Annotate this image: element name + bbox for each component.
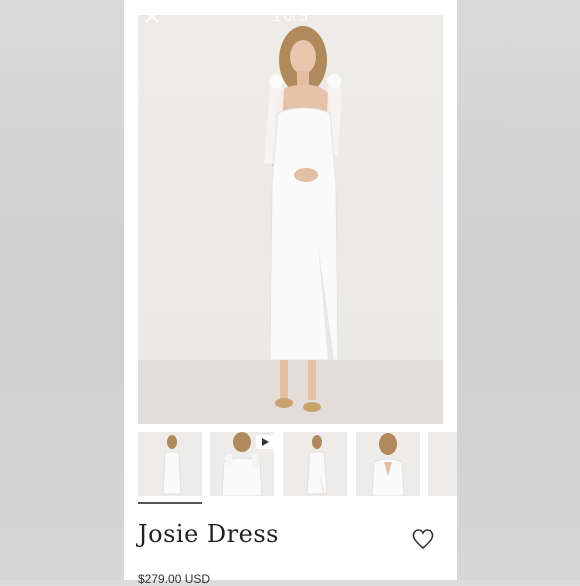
thumbnail-more[interactable]	[428, 432, 457, 496]
model-in-dress-illustration	[138, 26, 443, 424]
thumbnail-side[interactable]	[283, 432, 347, 496]
active-thumbnail-indicator	[138, 502, 202, 504]
image-counter: 1 of 5	[272, 8, 308, 24]
thumbnail-front[interactable]	[138, 432, 202, 496]
left-backdrop	[0, 0, 124, 580]
video-play-icon	[256, 435, 274, 449]
thumbnail-back[interactable]	[356, 432, 420, 496]
right-backdrop	[457, 0, 580, 580]
close-icon[interactable]	[142, 6, 162, 26]
hero-product-image[interactable]	[138, 15, 443, 424]
product-price: $279.00 USD	[138, 572, 211, 586]
product-title: Josie Dress	[138, 520, 279, 548]
heart-icon[interactable]	[411, 528, 435, 550]
